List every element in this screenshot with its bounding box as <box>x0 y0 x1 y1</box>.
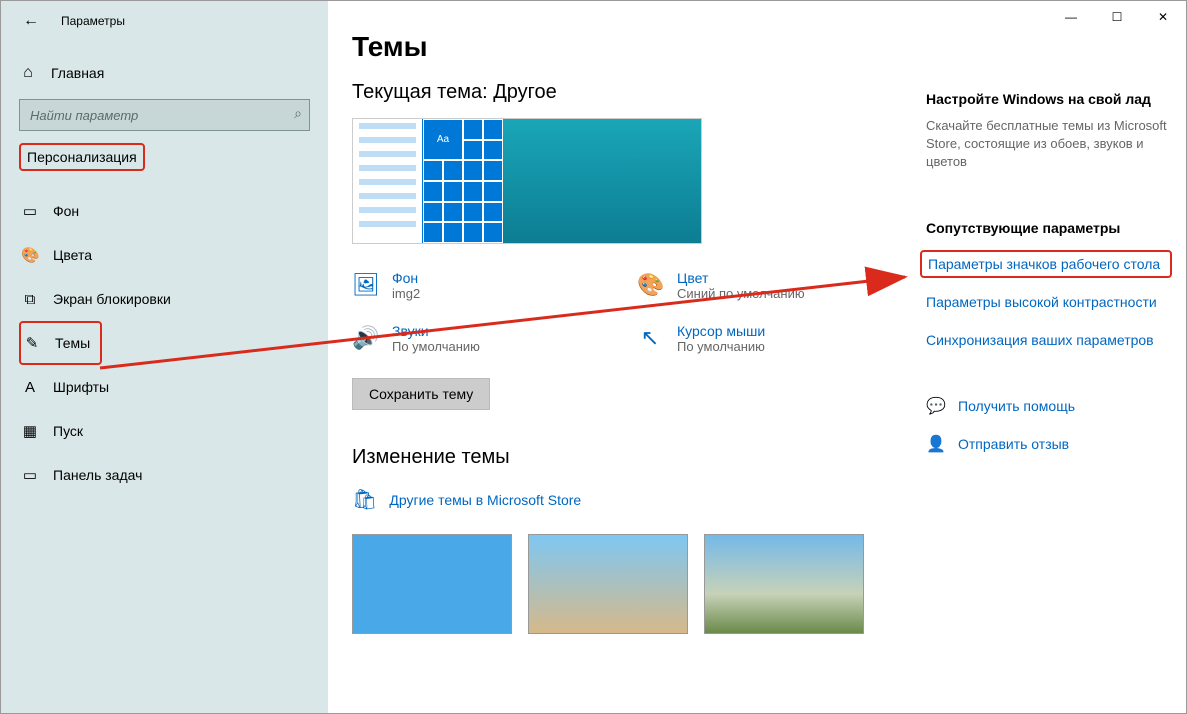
titlebar-left: ← Параметры <box>1 1 328 41</box>
help-row[interactable]: 💬 Получить помощь <box>926 396 1172 416</box>
link-desktop-icon-settings[interactable]: Параметры значков рабочего стола <box>920 250 1172 278</box>
nav-list: ▭ Фон 🎨 Цвета ⧉ Экран блокировки ✎ Темы … <box>19 189 310 497</box>
nav-item-background[interactable]: ▭ Фон <box>19 189 310 233</box>
picture-icon: 🖼 <box>352 272 378 298</box>
nav-item-fonts[interactable]: A Шрифты <box>19 365 310 409</box>
help-link: Получить помощь <box>958 398 1075 414</box>
prop-value: По умолчанию <box>392 339 480 354</box>
cursor-icon: ↖ <box>637 325 663 351</box>
lockscreen-icon: ⧉ <box>21 291 39 308</box>
prop-value: img2 <box>392 286 420 301</box>
nav-item-taskbar[interactable]: ▭ Панель задач <box>19 453 310 497</box>
link-sync-settings[interactable]: Синхронизация ваших параметров <box>926 332 1172 348</box>
nav-item-label: Фон <box>53 203 79 219</box>
search-wrap: ⌕ <box>19 99 310 131</box>
page-title: Темы <box>352 31 902 63</box>
taskbar-icon: ▭ <box>21 466 39 484</box>
nav-item-label: Темы <box>55 335 90 351</box>
picture-icon: ▭ <box>21 202 39 220</box>
nav-item-lockscreen[interactable]: ⧉ Экран блокировки <box>19 277 310 321</box>
theme-prop-cursor[interactable]: ↖ Курсор мыши По умолчанию <box>637 323 902 354</box>
theme-prop-background[interactable]: 🖼 Фон img2 <box>352 270 617 301</box>
prop-value: Синий по умолчанию <box>677 286 805 301</box>
prop-title: Цвет <box>677 270 805 286</box>
nav-item-label: Панель задач <box>53 467 142 483</box>
theme-prop-color[interactable]: 🎨 Цвет Синий по умолчанию <box>637 270 902 301</box>
window-controls: — ☐ ✕ <box>1048 1 1186 33</box>
app-title: Параметры <box>61 14 125 28</box>
start-icon: ▦ <box>21 422 39 440</box>
search-input[interactable] <box>19 99 310 131</box>
preview-start: Aa <box>353 119 503 243</box>
prop-title: Звуки <box>392 323 480 339</box>
main-panel: Темы Текущая тема: Другое Aa <box>328 1 926 713</box>
settings-window: ← Параметры ⌂ Главная ⌕ Персонализация ▭… <box>0 0 1187 714</box>
current-theme-label: Текущая тема: Другое <box>352 81 902 104</box>
nav-item-themes[interactable]: ✎ Темы <box>19 321 102 365</box>
nav-item-label: Экран блокировки <box>53 291 171 307</box>
theme-thumbnails <box>352 534 902 634</box>
prop-title: Курсор мыши <box>677 323 765 339</box>
help-icon: 💬 <box>926 396 944 416</box>
theme-thumbnail[interactable] <box>704 534 864 634</box>
themes-icon: ✎ <box>23 334 41 352</box>
minimize-button[interactable]: — <box>1048 1 1094 33</box>
close-button[interactable]: ✕ <box>1140 1 1186 33</box>
nav-item-label: Пуск <box>53 423 83 439</box>
change-theme-heading: Изменение темы <box>352 446 902 469</box>
nav-home[interactable]: ⌂ Главная <box>19 53 310 93</box>
nav-home-label: Главная <box>51 65 104 81</box>
sidebar: ← Параметры ⌂ Главная ⌕ Персонализация ▭… <box>1 1 328 713</box>
nav-item-label: Цвета <box>53 247 92 263</box>
feedback-row[interactable]: 👤 Отправить отзыв <box>926 434 1172 454</box>
preview-tile-aa: Aa <box>423 119 463 160</box>
save-theme-button[interactable]: Сохранить тему <box>352 378 490 410</box>
palette-icon: 🎨 <box>637 272 663 298</box>
content-area: — ☐ ✕ Темы Текущая тема: Другое Aa <box>328 1 1186 713</box>
palette-icon: 🎨 <box>21 246 39 264</box>
store-icon: 🛍 <box>352 487 377 512</box>
back-icon[interactable]: ← <box>23 12 39 30</box>
link-high-contrast[interactable]: Параметры высокой контрастности <box>926 294 1172 310</box>
theme-properties: 🖼 Фон img2 🎨 Цвет Синий по умолчанию 🔊 <box>352 270 902 354</box>
prop-value: По умолчанию <box>677 339 765 354</box>
nav-item-label: Шрифты <box>53 379 109 395</box>
theme-prop-sounds[interactable]: 🔊 Звуки По умолчанию <box>352 323 617 354</box>
sound-icon: 🔊 <box>352 325 378 351</box>
nav-item-start[interactable]: ▦ Пуск <box>19 409 310 453</box>
feedback-icon: 👤 <box>926 434 944 454</box>
nav-item-colors[interactable]: 🎨 Цвета <box>19 233 310 277</box>
theme-thumbnail[interactable] <box>352 534 512 634</box>
customize-text: Скачайте бесплатные темы из Microsoft St… <box>926 117 1172 172</box>
preview-wallpaper <box>503 119 701 243</box>
nav: ⌂ Главная ⌕ Персонализация ▭ Фон 🎨 Цвета… <box>1 41 328 497</box>
fonts-icon: A <box>21 379 39 396</box>
store-link: Другие темы в Microsoft Store <box>389 492 581 508</box>
store-link-row[interactable]: 🛍 Другие темы в Microsoft Store <box>352 487 902 512</box>
related-heading: Сопутствующие параметры <box>926 220 1172 236</box>
feedback-link: Отправить отзыв <box>958 436 1069 452</box>
theme-preview: Aa <box>352 118 702 244</box>
home-icon: ⌂ <box>19 64 37 82</box>
prop-title: Фон <box>392 270 420 286</box>
customize-heading: Настройте Windows на свой лад <box>926 91 1172 107</box>
theme-thumbnail[interactable] <box>528 534 688 634</box>
nav-section-personalization: Персонализация <box>19 143 145 171</box>
right-column: Настройте Windows на свой лад Скачайте б… <box>926 1 1186 713</box>
maximize-button[interactable]: ☐ <box>1094 1 1140 33</box>
